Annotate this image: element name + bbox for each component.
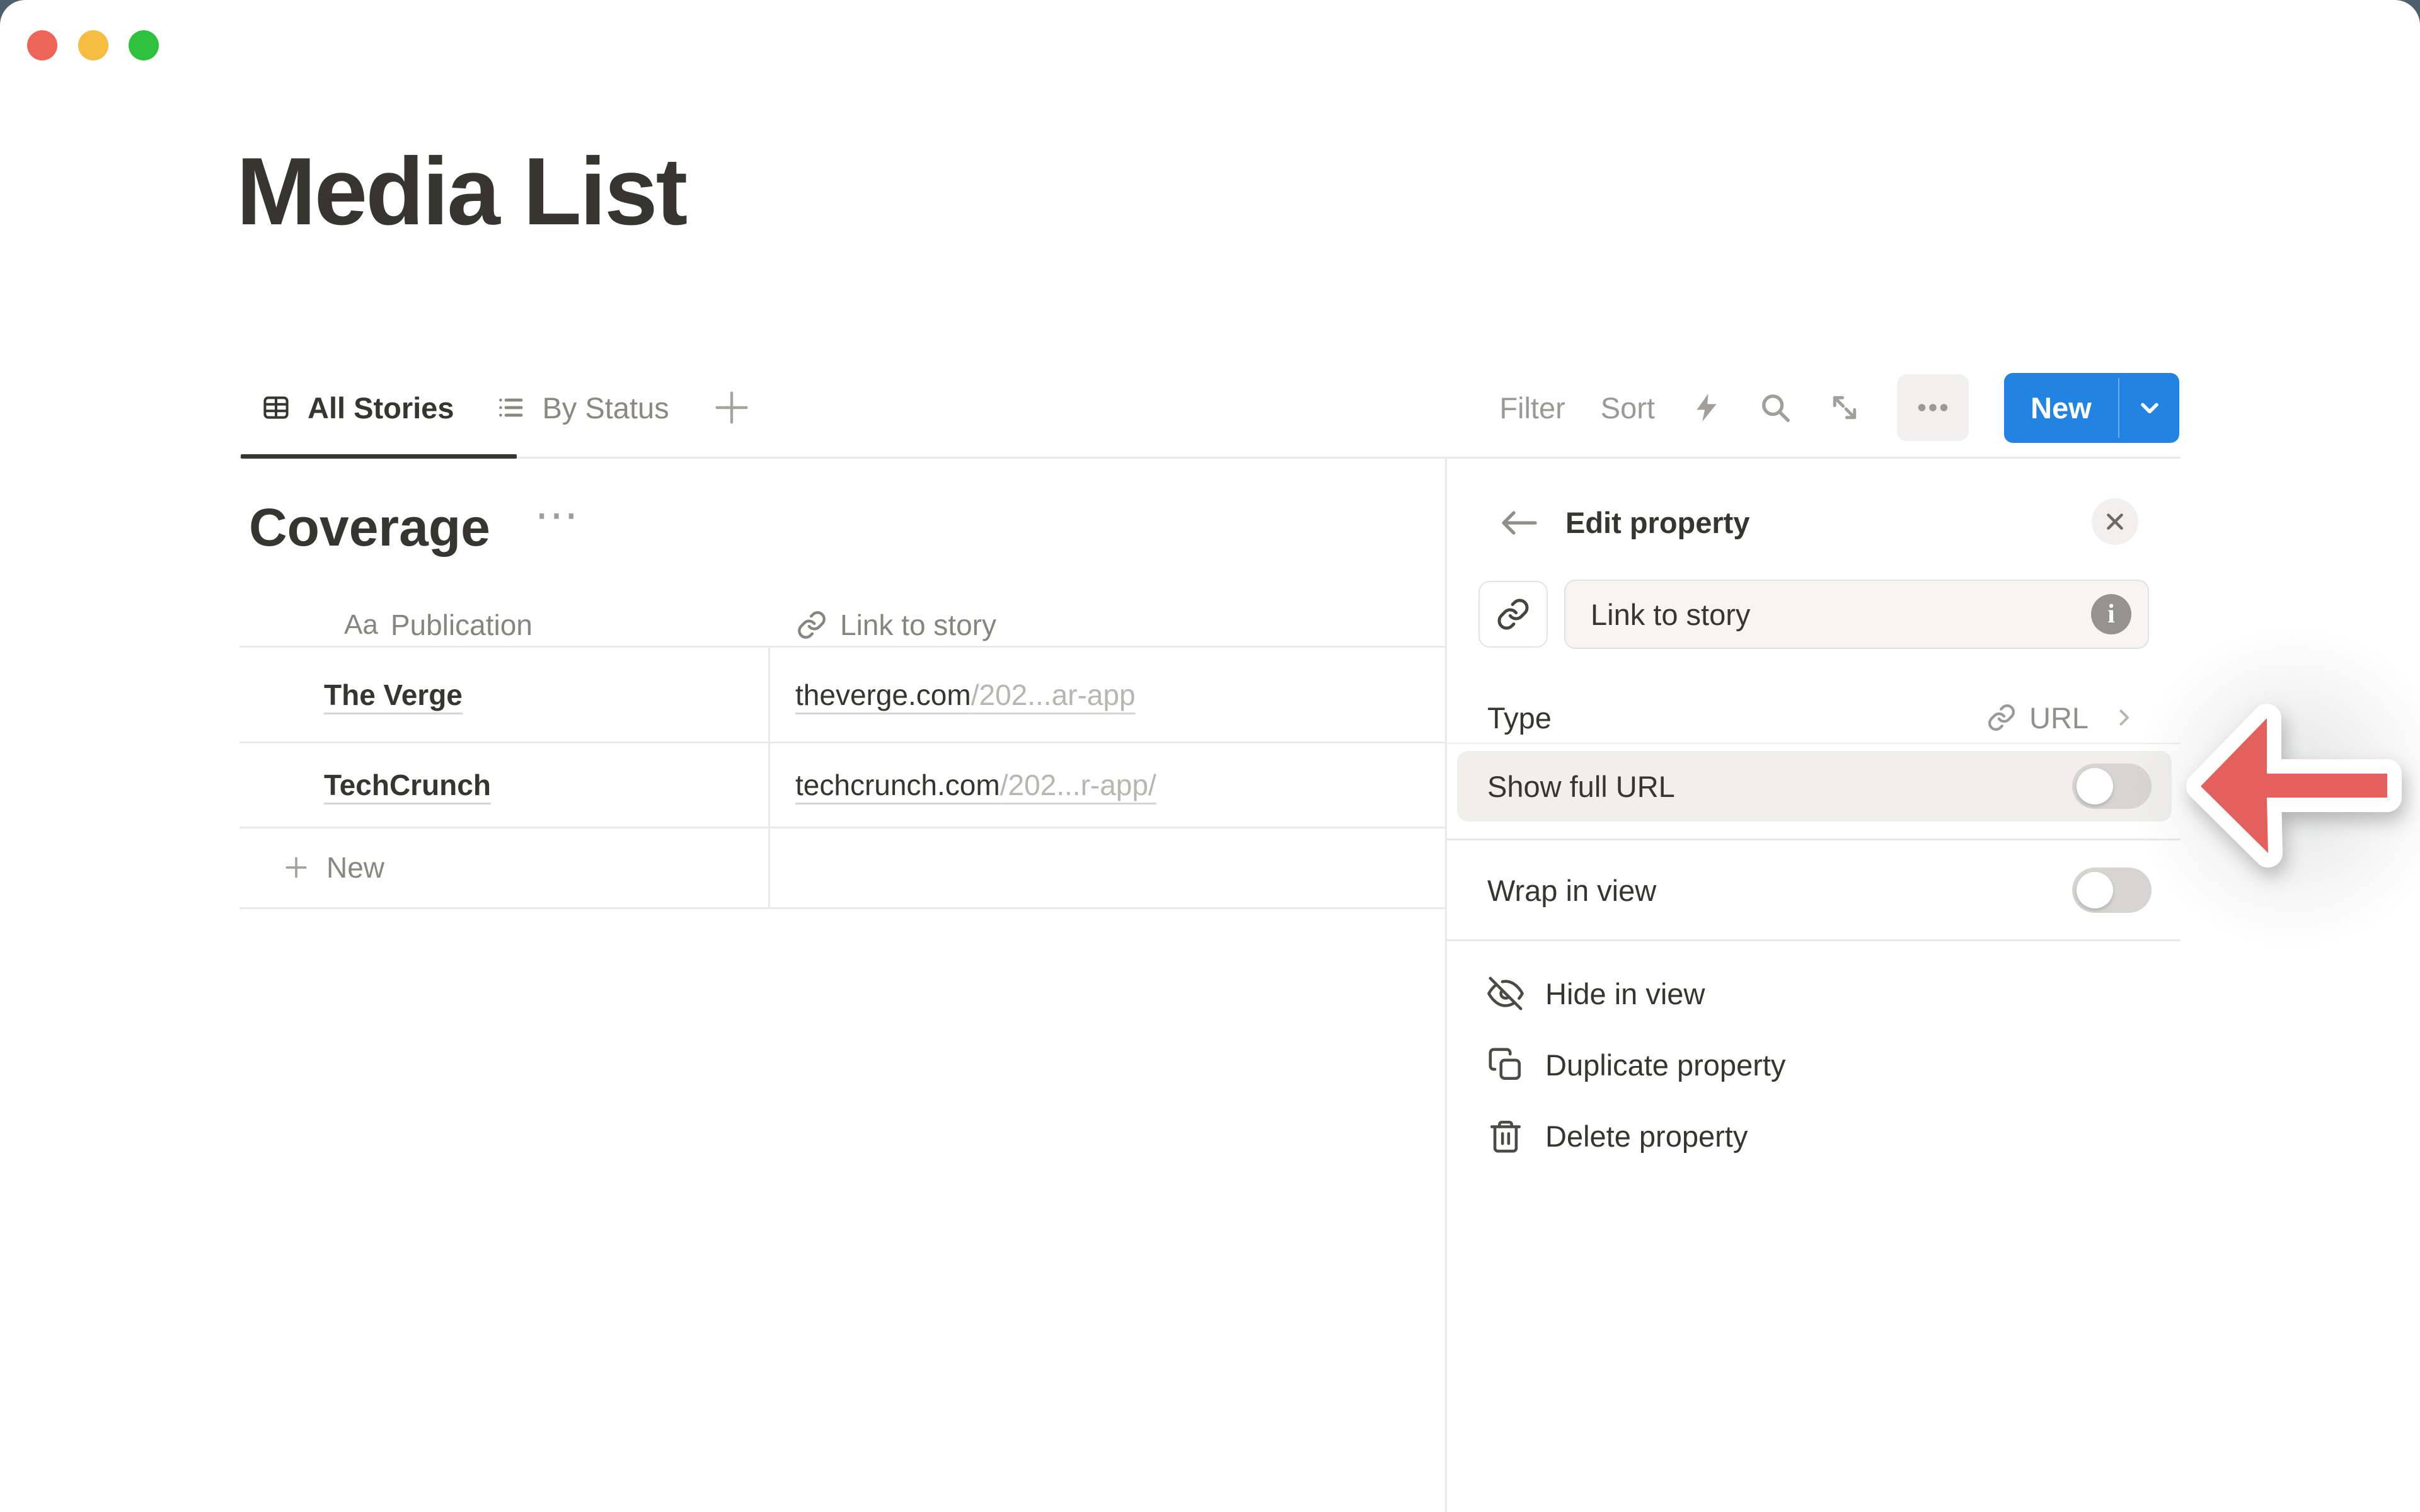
column-header-link[interactable]: Link to story xyxy=(796,604,996,646)
show-full-url-row[interactable]: Show full URL xyxy=(1457,751,2172,822)
search-icon[interactable] xyxy=(1758,391,1792,425)
column-header-publication[interactable]: Aa Publication xyxy=(344,604,533,646)
panel-section-divider xyxy=(1446,743,2181,744)
row-title-link[interactable]: The Verge xyxy=(324,678,463,712)
menu-item-duplicate-property[interactable]: Duplicate property xyxy=(1457,1029,2172,1100)
chevron-right-icon xyxy=(2112,706,2135,729)
type-label: Type xyxy=(1487,701,1552,735)
table-title: Coverage xyxy=(249,501,490,554)
toggle-knob xyxy=(2077,872,2113,908)
menu-item-hide-in-view[interactable]: Hide in view xyxy=(1457,958,2172,1029)
menu-item-label: Delete property xyxy=(1545,1119,1748,1154)
page-title: Media List xyxy=(236,144,686,239)
table-view-icon xyxy=(261,392,291,423)
text-property-icon: Aa xyxy=(344,609,378,641)
column-header-link-label: Link to story xyxy=(840,608,996,642)
column-divider[interactable] xyxy=(768,648,770,907)
list-view-icon xyxy=(495,392,526,423)
filter-button[interactable]: Filter xyxy=(1499,391,1565,425)
wrap-in-view-row[interactable]: Wrap in view xyxy=(1457,855,2172,925)
plus-icon xyxy=(711,387,752,428)
table-row-cell-publication[interactable]: The Verge xyxy=(324,648,463,742)
close-icon xyxy=(2104,510,2126,533)
table-row-cell-url[interactable]: theverge.com/202...ar-app xyxy=(795,648,1136,742)
back-button[interactable] xyxy=(1497,504,1539,542)
tab-by-status[interactable]: By Status xyxy=(495,391,669,425)
table-row-cell-publication[interactable]: TechCrunch xyxy=(324,743,491,827)
row-border xyxy=(239,827,1445,828)
window-close-button[interactable] xyxy=(27,30,57,60)
view-tab-bar: All Stories By Status xyxy=(239,360,2181,459)
property-name-value: Link to story xyxy=(1591,597,1750,632)
window-zoom-button[interactable] xyxy=(129,30,159,60)
panel-section-divider xyxy=(1446,839,2181,840)
new-button-label: New xyxy=(2004,391,2118,425)
info-icon[interactable]: i xyxy=(2091,594,2131,634)
duplicate-icon xyxy=(1487,1046,1524,1083)
type-value-group[interactable]: URL xyxy=(1986,693,2135,742)
link-icon xyxy=(1986,702,2017,733)
url-value[interactable]: techcrunch.com/202...r-app/ xyxy=(795,768,1156,802)
expand-diagonal-icon[interactable] xyxy=(1828,391,1862,425)
new-button[interactable]: New xyxy=(2004,373,2179,443)
tab-all-stories[interactable]: All Stories xyxy=(261,391,454,425)
red-arrow-pointer xyxy=(2174,679,2420,893)
add-view-button[interactable] xyxy=(711,387,752,428)
trash-icon xyxy=(1487,1118,1524,1154)
new-row-label: New xyxy=(326,850,384,885)
type-row[interactable]: Type xyxy=(1487,693,1552,742)
menu-item-label: Duplicate property xyxy=(1545,1048,1785,1082)
menu-item-delete-property[interactable]: Delete property xyxy=(1457,1101,2172,1171)
plus-icon xyxy=(282,854,310,881)
table-more-button[interactable]: ⋯ xyxy=(534,493,581,537)
table-row-cell-url[interactable]: techcrunch.com/202...r-app/ xyxy=(795,743,1156,827)
wrap-in-view-label: Wrap in view xyxy=(1487,873,1656,908)
row-border xyxy=(239,907,1445,909)
table-new-row-button[interactable]: New xyxy=(282,828,384,907)
toggle-knob xyxy=(2077,768,2113,805)
active-tab-underline xyxy=(241,454,517,459)
app-window: Media List All Stories xyxy=(0,0,2420,1512)
url-value[interactable]: theverge.com/202...ar-app xyxy=(795,678,1136,712)
arrow-left-icon xyxy=(1497,504,1539,542)
type-value: URL xyxy=(2029,701,2089,735)
chevron-down-icon xyxy=(2136,394,2164,421)
eye-off-icon xyxy=(1487,975,1524,1012)
tab-by-status-label: By Status xyxy=(542,391,669,425)
panel-section-divider xyxy=(1446,939,2181,941)
link-property-icon xyxy=(796,609,827,641)
screenshot-stage: Media List All Stories xyxy=(0,0,2420,1512)
new-dropdown-button[interactable] xyxy=(2119,394,2179,421)
property-type-icon-button[interactable] xyxy=(1478,581,1548,648)
view-options-button[interactable] xyxy=(1897,374,1969,441)
panel-close-button[interactable] xyxy=(2092,498,2138,545)
tab-all-stories-label: All Stories xyxy=(308,391,454,425)
column-header-publication-label: Publication xyxy=(391,608,533,642)
more-horizontal-icon xyxy=(1914,389,1952,427)
automation-lightning-icon[interactable] xyxy=(1690,391,1723,424)
arrow-left-sticker-icon xyxy=(2174,679,2420,893)
row-title-link[interactable]: TechCrunch xyxy=(324,768,491,802)
menu-item-label: Hide in view xyxy=(1545,976,1705,1011)
window-minimize-button[interactable] xyxy=(78,30,108,60)
property-name-input[interactable]: Link to story i xyxy=(1564,580,2149,649)
show-full-url-label: Show full URL xyxy=(1487,769,1675,804)
link-icon xyxy=(1495,597,1531,632)
panel-divider xyxy=(1445,457,1447,1512)
panel-title: Edit property xyxy=(1565,505,1749,541)
sort-button[interactable]: Sort xyxy=(1601,391,1655,425)
